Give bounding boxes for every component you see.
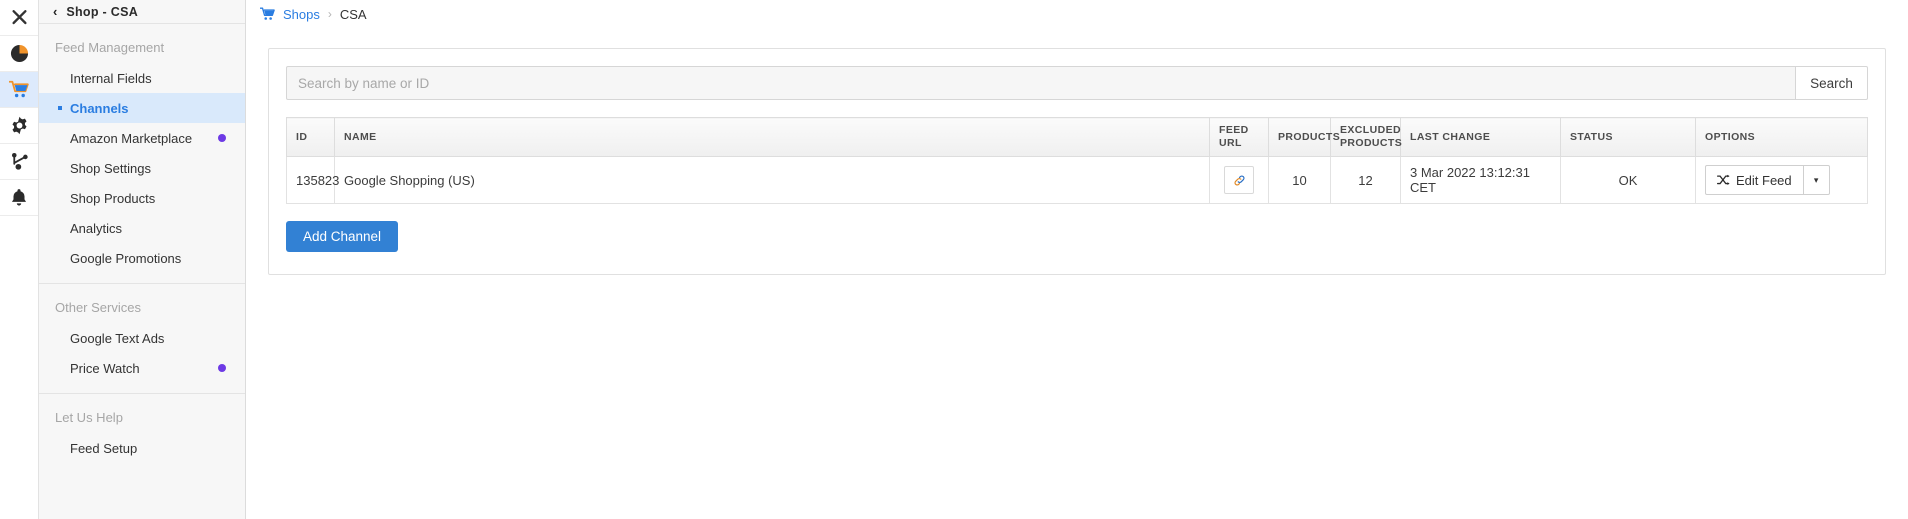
edit-feed-label: Edit Feed	[1736, 173, 1792, 188]
table-row: 135823 Google Shopping (US)	[287, 157, 1868, 204]
sidebar-item-label: Analytics	[57, 221, 122, 236]
breadcrumb-link-shops[interactable]: Shops	[283, 7, 320, 22]
sidebar-group-let-us-help: Let Us Help Feed Setup	[39, 394, 245, 463]
sidebar-item-internal-fields[interactable]: Internal Fields	[39, 63, 245, 93]
app-root: ‹ Shop - CSA Feed Management Internal Fi…	[0, 0, 1908, 519]
sidebar-item-label: Shop Settings	[57, 161, 151, 176]
cell-last-change: 3 Mar 2022 13:12:31 CET	[1401, 157, 1561, 204]
column-header-last-change[interactable]: LAST CHANGE	[1401, 118, 1561, 157]
content-area: Search ID	[246, 28, 1908, 275]
table-header: ID NAME FEED URL PRODUCTS EXCLUDED PRODU…	[287, 118, 1868, 157]
column-header-excluded-products[interactable]: EXCLUDED PRODUCTS	[1331, 118, 1401, 157]
table-body: 135823 Google Shopping (US)	[287, 157, 1868, 204]
sidebar: ‹ Shop - CSA Feed Management Internal Fi…	[39, 0, 246, 519]
pie-chart-icon[interactable]	[0, 36, 38, 72]
sidebar-item-label: Feed Setup	[57, 441, 137, 456]
column-header-status[interactable]: STATUS	[1561, 118, 1696, 157]
cell-products: 10	[1269, 157, 1331, 204]
edit-feed-button[interactable]: Edit Feed	[1705, 165, 1804, 195]
sidebar-item-channels[interactable]: Channels	[39, 93, 245, 123]
sidebar-item-label: Google Text Ads	[57, 331, 164, 346]
search-row: Search	[286, 66, 1868, 100]
sidebar-group-label: Let Us Help	[39, 394, 245, 433]
column-header-id[interactable]: ID	[287, 118, 335, 157]
chevron-down-icon[interactable]: ▾	[1804, 165, 1830, 195]
sidebar-item-label: Shop Products	[57, 191, 155, 206]
icon-rail	[0, 0, 39, 519]
sidebar-group-other-services: Other Services Google Text Ads Price Wat…	[39, 284, 245, 383]
gear-icon[interactable]	[0, 108, 38, 144]
channels-panel: Search ID	[268, 48, 1886, 275]
column-header-name[interactable]: NAME	[335, 118, 1210, 157]
active-bullet-icon	[58, 106, 62, 110]
bell-icon[interactable]	[0, 180, 38, 216]
shopping-cart-icon[interactable]	[0, 72, 38, 108]
sidebar-item-label: Internal Fields	[57, 71, 152, 86]
breadcrumb-separator-icon: ›	[328, 7, 332, 21]
sidebar-header: ‹ Shop - CSA	[39, 0, 245, 24]
sidebar-item-analytics[interactable]: Analytics	[39, 213, 245, 243]
shuffle-icon	[1717, 174, 1730, 186]
sidebar-item-feed-setup[interactable]: Feed Setup	[39, 433, 245, 463]
back-chevron-icon[interactable]: ‹	[53, 5, 57, 18]
sidebar-item-google-text-ads[interactable]: Google Text Ads	[39, 323, 245, 353]
sidebar-item-label: Amazon Marketplace	[57, 131, 192, 146]
status-badge: OK	[1561, 157, 1696, 204]
sidebar-item-amazon-marketplace[interactable]: Amazon Marketplace	[39, 123, 245, 153]
cell-excluded-products: 12	[1331, 157, 1401, 204]
breadcrumb: Shops › CSA	[246, 0, 1908, 28]
sidebar-item-shop-products[interactable]: Shop Products	[39, 183, 245, 213]
edit-feed-split-button: Edit Feed ▾	[1705, 165, 1830, 195]
sidebar-item-shop-settings[interactable]: Shop Settings	[39, 153, 245, 183]
cart-icon	[260, 7, 275, 21]
add-channel-button[interactable]: Add Channel	[286, 221, 398, 252]
sidebar-group-label: Other Services	[39, 284, 245, 323]
sidebar-group-label: Feed Management	[39, 24, 245, 63]
column-header-products[interactable]: PRODUCTS	[1269, 118, 1331, 157]
close-icon[interactable]	[0, 0, 38, 36]
sidebar-item-google-promotions[interactable]: Google Promotions	[39, 243, 245, 273]
sidebar-group-feed-management: Feed Management Internal Fields Channels…	[39, 24, 245, 273]
table-header-row: ID NAME FEED URL PRODUCTS EXCLUDED PRODU…	[287, 118, 1868, 157]
link-icon[interactable]	[1224, 166, 1254, 194]
sidebar-item-price-watch[interactable]: Price Watch	[39, 353, 245, 383]
cell-name-link[interactable]: Google Shopping (US)	[335, 157, 1210, 204]
column-header-options[interactable]: OPTIONS	[1696, 118, 1868, 157]
notification-dot-icon	[218, 134, 226, 142]
cell-id: 135823	[287, 157, 335, 204]
sitemap-icon[interactable]	[0, 144, 38, 180]
main-area: Shops › CSA Search	[246, 0, 1908, 519]
notification-dot-icon	[218, 364, 226, 372]
column-header-feed-url[interactable]: FEED URL	[1210, 118, 1269, 157]
sidebar-item-label: Channels	[57, 101, 129, 116]
sidebar-item-label: Price Watch	[57, 361, 140, 376]
search-input[interactable]	[286, 66, 1796, 100]
cell-feed-url	[1210, 157, 1269, 204]
sidebar-item-label: Google Promotions	[57, 251, 181, 266]
sidebar-title: Shop - CSA	[66, 5, 138, 19]
breadcrumb-current: CSA	[340, 7, 367, 22]
channels-table: ID NAME FEED URL PRODUCTS EXCLUDED PRODU…	[286, 117, 1868, 204]
search-button[interactable]: Search	[1796, 66, 1868, 100]
cell-options: Edit Feed ▾	[1696, 157, 1868, 204]
